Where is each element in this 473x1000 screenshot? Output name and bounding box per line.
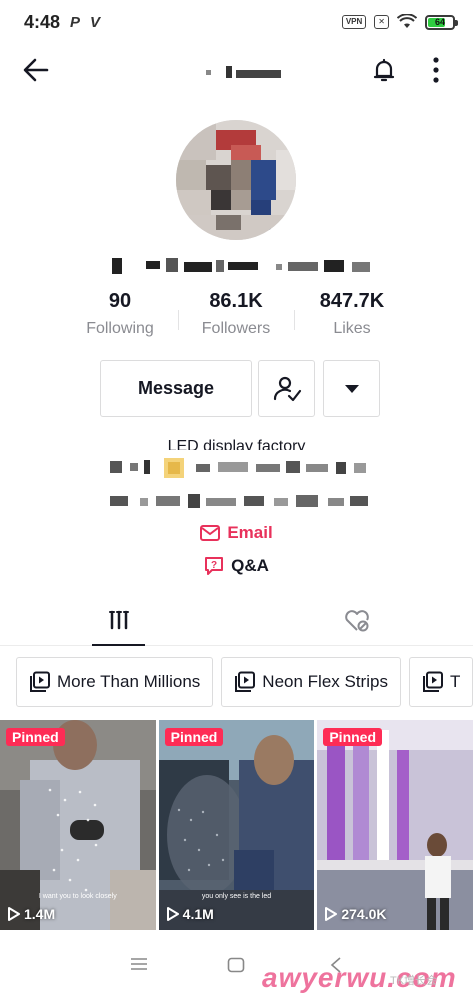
followers-label: Followers — [201, 320, 271, 337]
display-name — [112, 256, 372, 276]
bio-line-2 — [110, 458, 370, 478]
likes-count: 847.7K — [319, 290, 385, 312]
status-time: 4:48 — [24, 11, 61, 32]
question-bubble-icon: ? — [205, 557, 224, 575]
mail-icon — [200, 525, 221, 541]
notification-button[interactable] — [366, 52, 402, 88]
playlist-icon — [30, 671, 50, 692]
watermark-small: TK增长会 — [390, 975, 438, 987]
wifi-icon — [397, 14, 417, 28]
stat-divider — [178, 310, 179, 330]
following-count: 90 — [108, 290, 132, 312]
svg-text:?: ? — [211, 560, 217, 571]
user-check-icon — [273, 376, 301, 401]
video-caption: I want you to look closely — [38, 893, 117, 900]
likes-label: Likes — [333, 320, 371, 337]
playlist-icon — [422, 671, 443, 692]
avatar[interactable] — [176, 120, 296, 240]
email-label: Email — [227, 523, 273, 542]
view-count: 1.4M — [8, 906, 55, 922]
battery-icon: 64 — [425, 14, 458, 30]
tab-videos[interactable] — [92, 596, 145, 646]
caret-down-icon — [344, 384, 359, 393]
profile-actions: Message — [100, 360, 380, 417]
playlist-label: Neon Flex Strips — [262, 672, 388, 691]
avatar-image — [176, 120, 296, 240]
video-thumbnail[interactable]: Pinned I want you to look closely 1.4M — [0, 720, 156, 930]
grid-videos-icon — [108, 610, 129, 630]
pinned-badge: Pinned — [6, 728, 65, 746]
video-thumbnail-image — [317, 720, 473, 930]
likes-stat[interactable]: 847.7K Likes — [294, 290, 410, 338]
view-count-value: 4.1M — [182, 906, 214, 922]
profile-tabs — [0, 596, 473, 646]
bio-title: LED display factory — [167, 438, 306, 450]
p-app-icon: P — [70, 13, 81, 31]
hidden-heart-icon — [344, 610, 369, 632]
qa-link[interactable]: ? Q&A — [0, 556, 473, 576]
play-icon — [166, 907, 179, 921]
pinned-badge: Pinned — [164, 728, 224, 746]
bio-line-3 — [110, 492, 370, 512]
followers-stat[interactable]: 86.1K Followers — [178, 290, 294, 338]
following-label: Following — [86, 320, 154, 337]
following-status-button[interactable] — [258, 360, 315, 417]
profile-stats: 90 Following 86.1K Followers 847.7K Like… — [62, 290, 412, 338]
back-button[interactable] — [18, 52, 54, 88]
playlist-label: T — [449, 672, 461, 691]
qa-label: Q&A — [231, 556, 269, 575]
more-options-button[interactable] — [422, 52, 450, 88]
back-arrow-icon — [23, 58, 49, 82]
bell-icon — [373, 58, 395, 82]
vpn-badge: VPN — [341, 15, 367, 29]
video-caption: you only see is the led — [201, 893, 272, 900]
menu-icon[interactable] — [130, 957, 148, 971]
no-sim-icon: ✕ — [374, 15, 389, 29]
status-bar: 4:48 P V VPN ✕ 64 — [0, 0, 473, 44]
v-app-icon: V — [90, 13, 101, 31]
view-count-value: 1.4M — [24, 906, 56, 922]
video-thumbnail[interactable]: Pinned 274.0K — [317, 720, 473, 930]
playlist-chip[interactable]: T — [408, 657, 473, 707]
top-nav — [0, 44, 473, 98]
video-thumbnail[interactable]: Pinned you only see is the led 4.1M — [158, 720, 315, 930]
more-vertical-icon — [433, 57, 439, 83]
home-icon[interactable] — [227, 957, 245, 973]
username-title — [206, 66, 286, 78]
view-count: 274.0K — [325, 906, 387, 922]
play-icon — [8, 907, 20, 921]
message-button[interactable]: Message — [100, 360, 252, 417]
following-stat[interactable]: 90 Following — [62, 290, 178, 338]
followers-count: 86.1K — [209, 290, 263, 312]
view-count: 4.1M — [166, 906, 214, 922]
playlist-chip[interactable]: More Than Millions — [16, 657, 214, 707]
playlist-row: More Than Millions Neon Flex Strips T — [16, 657, 473, 707]
suggested-accounts-button[interactable] — [323, 360, 380, 417]
playlist-icon — [235, 671, 256, 692]
play-icon — [325, 907, 338, 921]
pinned-badge: Pinned — [323, 728, 383, 746]
email-link[interactable]: Email — [0, 523, 473, 543]
playlist-label: More Than Millions — [57, 672, 201, 691]
stat-divider — [294, 310, 295, 330]
video-grid: Pinned I want you to look closely 1.4M P… — [0, 720, 473, 930]
view-count-value: 274.0K — [341, 906, 387, 922]
battery-level: 64 — [434, 17, 445, 27]
playlist-chip[interactable]: Neon Flex Strips — [221, 657, 401, 707]
tab-liked[interactable] — [330, 596, 383, 646]
